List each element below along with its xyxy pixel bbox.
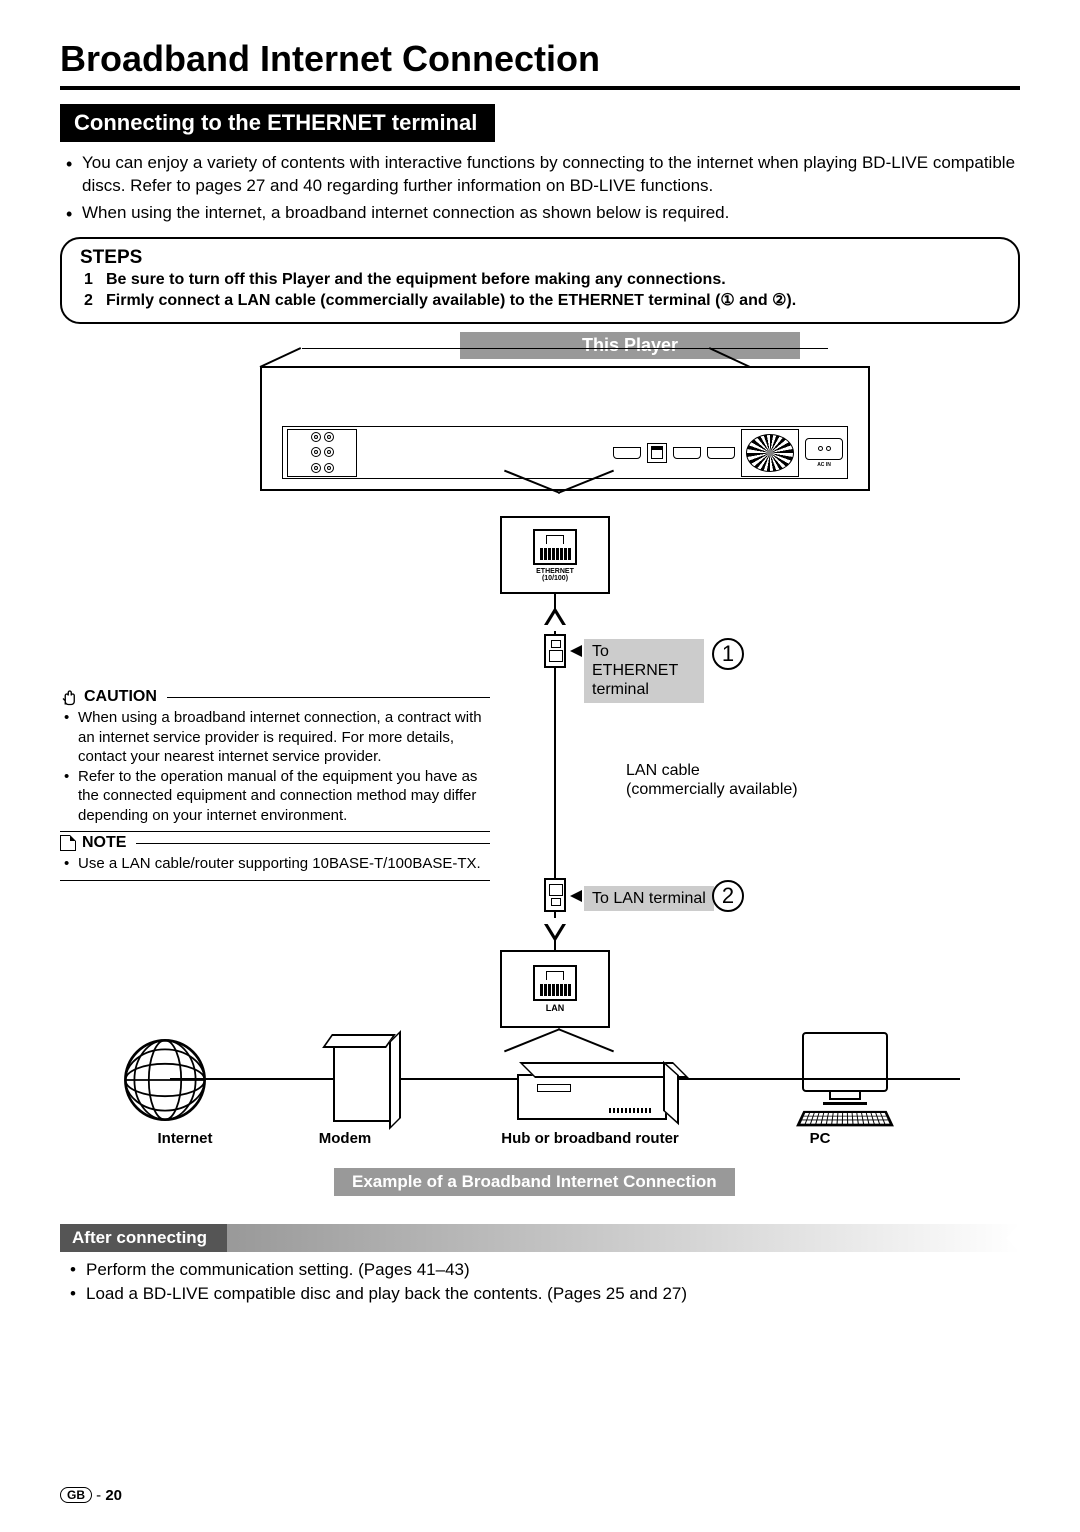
lan-cable-label: LAN cable (commercially available) xyxy=(618,758,806,802)
step-item: Be sure to turn off this Player and the … xyxy=(84,269,1000,291)
caution-hand-icon xyxy=(60,688,78,706)
page-footer: GB - 20 xyxy=(60,1487,122,1504)
callout-1: 1 xyxy=(712,638,744,670)
intro-item: When using the internet, a broadband int… xyxy=(82,202,1020,225)
usb-port xyxy=(707,447,735,459)
steps-heading: STEPS xyxy=(80,247,1000,269)
arrow-left-icon xyxy=(570,890,582,902)
steps-list: Be sure to turn off this Player and the … xyxy=(80,269,1000,312)
footer-separator: - xyxy=(96,1487,105,1504)
intro-item: You can enjoy a variety of contents with… xyxy=(82,152,1020,198)
internet-globe-icon xyxy=(120,1035,210,1125)
example-label: Example of a Broadband Internet Connecti… xyxy=(334,1168,735,1196)
region-badge: GB xyxy=(60,1487,92,1503)
modem-label: Modem xyxy=(250,1130,440,1147)
arrow-down-icon xyxy=(544,924,566,942)
caution-item: Refer to the operation manual of the equ… xyxy=(78,767,490,826)
after-item: Perform the communication setting. (Page… xyxy=(86,1258,1020,1282)
after-connecting-section: After connecting Perform the communicati… xyxy=(60,1224,1020,1306)
note-block: NOTE Use a LAN cable/router supporting 1… xyxy=(60,834,490,881)
pc-label: PC xyxy=(740,1130,900,1147)
modem-icon xyxy=(333,1038,393,1122)
after-item: Load a BD-LIVE compatible disc and play … xyxy=(86,1282,1020,1306)
router-label: Hub or broadband router xyxy=(440,1130,740,1147)
fan-icon xyxy=(741,429,799,477)
to-ethernet-label: To ETHERNET terminal xyxy=(584,639,704,703)
internet-label: Internet xyxy=(120,1130,250,1147)
player-rear-diagram: AC IN xyxy=(260,366,870,491)
component-video-ports xyxy=(287,429,357,477)
rj45-plug-icon xyxy=(544,878,566,912)
optical-port xyxy=(613,447,641,459)
to-lan-label: To LAN terminal xyxy=(584,886,714,911)
hdmi-port xyxy=(673,447,701,459)
intro-list: You can enjoy a variety of contents with… xyxy=(60,152,1020,225)
network-labels: Internet Modem Hub or broadband router P… xyxy=(120,1130,920,1147)
note-item: Use a LAN cable/router supporting 10BASE… xyxy=(78,854,490,874)
ethernet-port-zoom: ETHERNET (10/100) xyxy=(500,516,610,594)
ac-in-port xyxy=(805,438,843,460)
step-item: Firmly connect a LAN cable (commercially… xyxy=(84,290,1000,312)
lan-port-zoom: LAN xyxy=(500,950,610,1028)
pc-icon xyxy=(790,1032,900,1128)
after-connecting-heading: After connecting xyxy=(60,1224,227,1252)
diagram-area: This Player AC IN xyxy=(60,332,1020,1212)
page-number: 20 xyxy=(105,1487,122,1504)
arrow-up-icon xyxy=(544,607,566,625)
ethernet-zoom-label: ETHERNET (10/100) xyxy=(536,568,574,582)
page-title: Broadband Internet Connection xyxy=(60,38,1020,80)
caution-heading: CAUTION xyxy=(84,688,157,706)
callout-2: 2 xyxy=(712,880,744,912)
title-underline xyxy=(60,86,1020,90)
rj45-plug-icon xyxy=(544,634,566,668)
caution-block: CAUTION When using a broadband internet … xyxy=(60,688,490,832)
note-page-icon xyxy=(60,835,76,851)
lan-zoom-label: LAN xyxy=(546,1003,565,1013)
ethernet-port-small xyxy=(647,443,667,463)
section-heading: Connecting to the ETHERNET terminal xyxy=(60,104,495,142)
note-heading: NOTE xyxy=(82,834,126,852)
router-icon xyxy=(517,1074,667,1120)
caution-item: When using a broadband internet connecti… xyxy=(78,708,490,767)
steps-box: STEPS Be sure to turn off this Player an… xyxy=(60,237,1020,324)
arrow-left-icon xyxy=(570,645,582,657)
diagram-line xyxy=(260,347,302,368)
network-diagram xyxy=(120,1030,900,1130)
player-label: This Player xyxy=(460,332,800,359)
